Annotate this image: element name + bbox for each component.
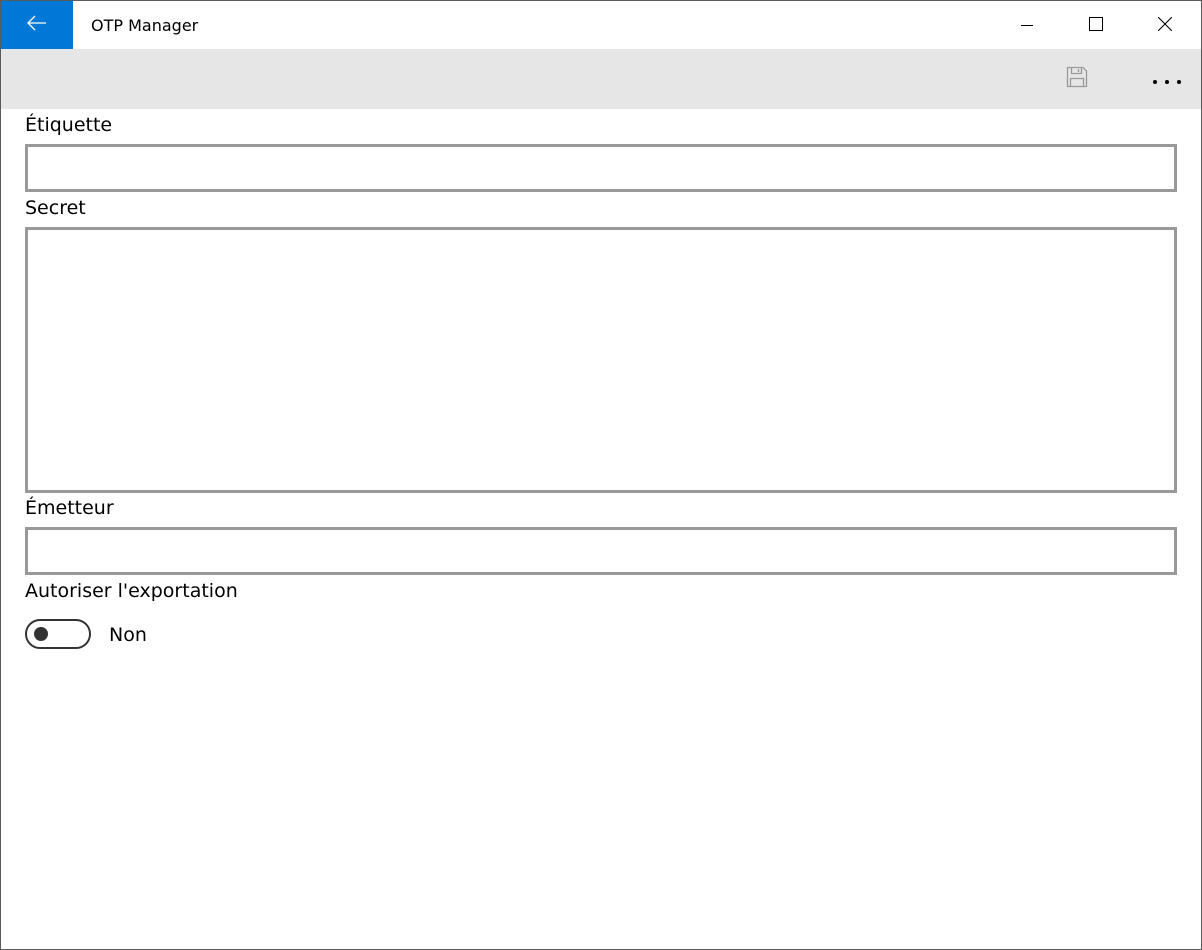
- minimize-button[interactable]: [992, 1, 1061, 49]
- maximize-icon: [1088, 16, 1103, 35]
- back-button[interactable]: [1, 1, 73, 49]
- label-field-label: Étiquette: [25, 114, 113, 136]
- maximize-button[interactable]: [1061, 1, 1130, 49]
- arrow-left-icon: [27, 15, 47, 35]
- close-button[interactable]: [1130, 1, 1199, 49]
- close-icon: [1157, 16, 1172, 35]
- title-bar: OTP Manager: [1, 1, 1201, 49]
- app-window: OTP Manager Étiquette Secret Émetteur Au…: [0, 0, 1202, 950]
- issuer-field-label: Émetteur: [25, 497, 114, 519]
- export-toggle-state: Non: [109, 624, 147, 646]
- secret-field-label: Secret: [25, 197, 86, 219]
- save-icon: [1066, 66, 1088, 92]
- label-input[interactable]: [25, 144, 1177, 192]
- toggle-knob: [34, 627, 48, 641]
- issuer-input[interactable]: [25, 527, 1177, 575]
- export-toggle-label: Autoriser l'exportation: [25, 580, 238, 602]
- export-toggle-switch[interactable]: [25, 619, 91, 649]
- minimize-icon: [1020, 16, 1033, 35]
- window-title: OTP Manager: [91, 16, 199, 35]
- more-ellipsis-icon: [1152, 70, 1182, 89]
- command-bar: [1, 49, 1201, 109]
- more-options-button[interactable]: [1141, 55, 1193, 103]
- secret-textarea[interactable]: [25, 227, 1177, 493]
- save-button[interactable]: [1053, 55, 1101, 103]
